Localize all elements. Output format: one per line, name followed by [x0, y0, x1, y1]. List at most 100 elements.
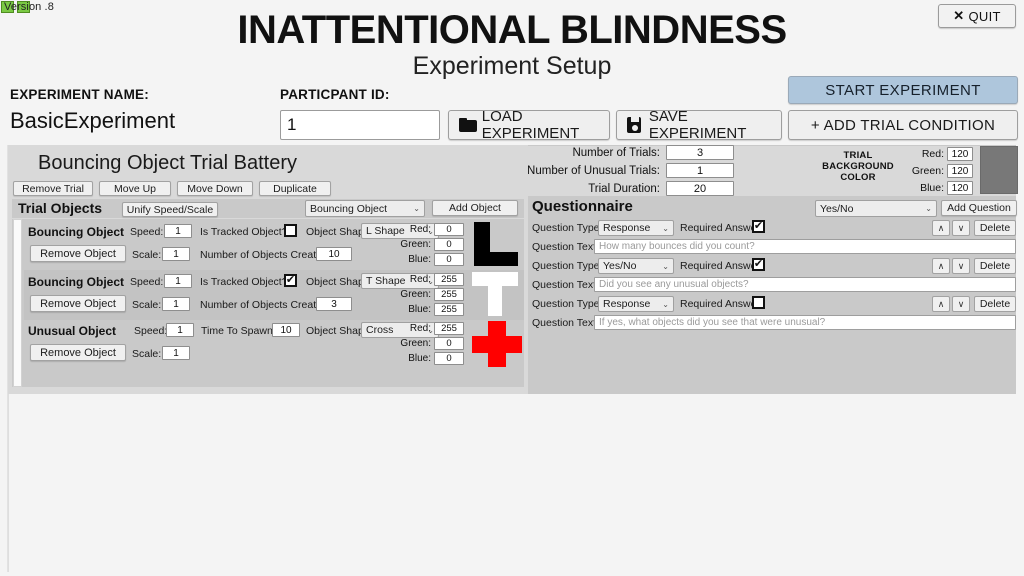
object-red-label: Red: [409, 224, 431, 235]
experiment-name-label: EXPERIMENT NAME: [10, 87, 149, 102]
object-shape-preview [468, 319, 524, 369]
object-type-select-value: Bouncing Object [310, 202, 388, 215]
new-question-type-value: Yes/No [820, 202, 854, 215]
chevron-down-icon: ⌄ [925, 204, 932, 213]
content-body-area [8, 394, 1016, 572]
participant-id-input[interactable]: 1 [280, 110, 440, 140]
question-type-label: Question Type: [532, 222, 603, 234]
remove-object-button[interactable]: Remove Object [30, 245, 126, 262]
question-text-input[interactable]: How many bounces did you count? [594, 239, 1016, 254]
required-answer-label: Required Answer: [680, 298, 763, 310]
question-type-select[interactable]: Yes/No ⌄ [598, 258, 674, 274]
object-red-input[interactable]: 255 [434, 322, 464, 335]
num-created-input[interactable]: 10 [316, 247, 352, 261]
required-answer-checkbox[interactable]: ✔ [752, 258, 765, 271]
trial-duration-input[interactable]: 20 [666, 181, 734, 196]
experiment-name-value: BasicExperiment [10, 108, 176, 133]
number-of-trials-input[interactable]: 3 [666, 145, 734, 160]
speed-input[interactable]: 1 [164, 224, 192, 238]
required-answer-checkbox[interactable]: ✔ [752, 220, 765, 233]
quit-button[interactable]: ✕ QUIT [938, 4, 1016, 28]
object-shape-value: Cross [366, 324, 394, 336]
object-red-input[interactable]: 255 [434, 273, 464, 286]
number-of-unusual-trials-input[interactable]: 1 [666, 163, 734, 178]
scale-input[interactable]: 1 [162, 247, 190, 261]
bg-blue-input[interactable]: 120 [947, 181, 973, 195]
chevron-up-icon[interactable]: ∧ [932, 296, 950, 312]
start-experiment-button[interactable]: START EXPERIMENT [788, 76, 1018, 104]
is-tracked-checkbox[interactable] [284, 224, 297, 237]
required-answer-checkbox[interactable] [752, 296, 765, 309]
object-green-label: Green: [400, 338, 431, 349]
add-object-button[interactable]: Add Object [432, 200, 518, 216]
add-trial-condition-button[interactable]: + ADD TRIAL CONDITION [788, 110, 1018, 140]
questionnaire-title: Questionnaire [532, 198, 633, 215]
remove-object-button[interactable]: Remove Object [30, 295, 126, 312]
question-type-select[interactable]: Response ⌄ [598, 220, 674, 236]
remove-object-button[interactable]: Remove Object [30, 344, 126, 361]
question-type-value: Response [603, 222, 651, 234]
question-text-input[interactable]: Did you see any unusual objects? [594, 277, 1016, 292]
move-up-button[interactable]: Move Up [99, 181, 171, 196]
num-created-input[interactable]: 3 [316, 297, 352, 311]
time-to-spawn-input[interactable]: 10 [272, 323, 300, 337]
object-red-label: Red: [409, 323, 431, 334]
trial-objects-scrollbar[interactable] [13, 219, 22, 387]
chevron-down-icon[interactable]: ∨ [952, 258, 970, 274]
bg-blue-label: Blue: [920, 182, 944, 194]
load-experiment-button[interactable]: LOAD EXPERIMENT [448, 108, 610, 142]
load-experiment-label: LOAD EXPERIMENT [481, 108, 580, 142]
object-blue-input[interactable]: 0 [434, 253, 464, 266]
save-experiment-label: SAVE EXPERIMENT [648, 108, 747, 142]
num-created-label: Number of Objects Created: [200, 299, 331, 311]
is-tracked-checkbox[interactable]: ✔ [284, 274, 297, 287]
trial-battery-title: Bouncing Object Trial Battery [38, 152, 298, 174]
participant-id-label: PARTICPANT ID: [280, 87, 390, 102]
object-blue-input[interactable]: 0 [434, 352, 464, 365]
scale-input[interactable]: 1 [162, 297, 190, 311]
bg-red-input[interactable]: 120 [947, 147, 973, 161]
speed-input[interactable]: 1 [166, 323, 194, 337]
table-row: Bouncing Object Speed: 1 Is Tracked Obje… [24, 270, 524, 320]
duplicate-button[interactable]: Duplicate [259, 181, 331, 196]
trial-objects-title: Trial Objects [18, 200, 103, 216]
object-type-select[interactable]: Bouncing Object ⌄ [305, 200, 425, 217]
chevron-down-icon: ⌄ [413, 204, 420, 213]
save-experiment-button[interactable]: SAVE EXPERIMENT [616, 108, 782, 142]
object-green-input[interactable]: 255 [434, 288, 464, 301]
table-row: Unusual Object Speed: 1 Time To Spawn: 1… [24, 319, 524, 369]
scale-label: Scale: [132, 348, 162, 360]
unify-speed-scale-button[interactable]: Unify Speed/Scale [122, 202, 218, 217]
chevron-down-icon[interactable]: ∨ [952, 296, 970, 312]
move-down-button[interactable]: Move Down [177, 181, 253, 196]
chevron-down-icon[interactable]: ∨ [952, 220, 970, 236]
speed-input[interactable]: 1 [164, 274, 192, 288]
question-text-input[interactable]: If yes, what objects did you see that we… [594, 315, 1016, 330]
floppy-disk-icon [627, 117, 641, 133]
object-color-inputs: Red: 0 Green: 0 Blue: 0 [397, 223, 464, 268]
object-color-inputs: Red: 255 Green: 0 Blue: 0 [397, 322, 464, 367]
trial-background-color-swatch[interactable] [980, 146, 1018, 194]
remove-trial-button[interactable]: Remove Trial [13, 181, 93, 196]
new-question-type-select[interactable]: Yes/No ⌄ [815, 200, 937, 217]
delete-question-button[interactable]: Delete [974, 296, 1016, 312]
chevron-down-icon: ⌄ [662, 299, 669, 309]
folder-icon [459, 118, 477, 132]
add-question-button[interactable]: Add Question [941, 200, 1017, 216]
object-green-input[interactable]: 0 [434, 238, 464, 251]
delete-question-button[interactable]: Delete [974, 220, 1016, 236]
bg-green-input[interactable]: 120 [947, 164, 973, 178]
object-blue-input[interactable]: 255 [434, 303, 464, 316]
close-icon: ✕ [953, 8, 965, 23]
object-red-input[interactable]: 0 [434, 223, 464, 236]
object-green-label: Green: [400, 239, 431, 250]
chevron-up-icon[interactable]: ∧ [932, 258, 950, 274]
object-shape-preview [468, 220, 524, 270]
scale-label: Scale: [132, 249, 162, 261]
scale-input[interactable]: 1 [162, 346, 190, 360]
delete-question-button[interactable]: Delete [974, 258, 1016, 274]
chevron-up-icon[interactable]: ∧ [932, 220, 950, 236]
question-text-label: Question Text: [532, 241, 599, 253]
question-type-select[interactable]: Response ⌄ [598, 296, 674, 312]
object-green-input[interactable]: 0 [434, 337, 464, 350]
